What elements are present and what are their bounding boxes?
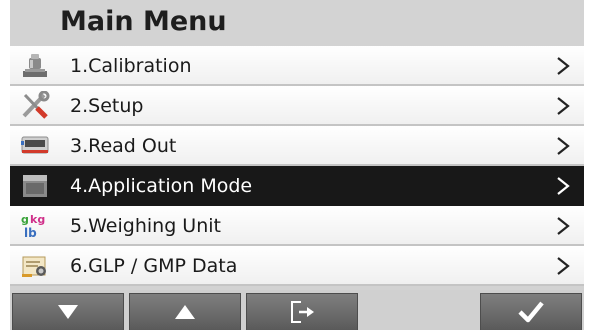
chevron-right-icon <box>556 136 570 156</box>
glp-certificate-icon <box>20 251 50 279</box>
confirm-button[interactable] <box>480 293 582 330</box>
main-menu-screen: Main Menu 1.Calibration 2.Setup 3.Read O… <box>10 0 584 330</box>
menu-item-read-out[interactable]: 3.Read Out <box>10 126 584 166</box>
menu-item-glp-gmp-data[interactable]: 6.GLP / GMP Data <box>10 246 584 286</box>
scroll-down-button[interactable] <box>12 293 124 330</box>
chevron-right-icon <box>556 56 570 76</box>
menu-item-label: 2.Setup <box>70 95 144 117</box>
menu-item-label: 4.Application Mode <box>70 175 253 197</box>
menu-item-weighing-unit[interactable]: g kg lb 5.Weighing Unit <box>10 206 584 246</box>
chevron-right-icon <box>556 96 570 116</box>
menu-item-setup[interactable]: 2.Setup <box>10 86 584 126</box>
weighing-unit-icon: g kg lb <box>20 211 50 240</box>
tools-icon <box>20 90 50 119</box>
menu-item-label: 5.Weighing Unit <box>70 215 221 237</box>
arrow-up-icon <box>175 305 195 319</box>
svg-text:g: g <box>21 213 29 226</box>
chevron-right-icon <box>556 176 570 196</box>
application-mode-icon <box>20 171 50 199</box>
title-bar: Main Menu <box>10 0 584 46</box>
svg-text:lb: lb <box>24 226 37 239</box>
display-icon <box>20 131 50 159</box>
page-title: Main Menu <box>60 6 227 37</box>
scroll-up-button[interactable] <box>129 293 241 330</box>
chevron-right-icon <box>556 256 570 276</box>
menu-item-application-mode[interactable]: 4.Application Mode <box>10 166 584 206</box>
calibration-weight-icon <box>20 51 50 79</box>
menu-list: 1.Calibration 2.Setup 3.Read Out 4.Appli… <box>10 46 584 286</box>
chevron-right-icon <box>556 216 570 236</box>
menu-item-label: 1.Calibration <box>70 55 192 77</box>
menu-item-label: 3.Read Out <box>70 135 177 157</box>
arrow-down-icon <box>58 305 78 319</box>
exit-door-icon <box>291 301 314 323</box>
menu-item-label: 6.GLP / GMP Data <box>70 255 238 277</box>
exit-button[interactable] <box>246 293 358 330</box>
menu-item-calibration[interactable]: 1.Calibration <box>10 46 584 86</box>
svg-text:kg: kg <box>30 213 45 226</box>
checkmark-icon <box>518 301 544 323</box>
bottom-toolbar <box>10 290 584 330</box>
